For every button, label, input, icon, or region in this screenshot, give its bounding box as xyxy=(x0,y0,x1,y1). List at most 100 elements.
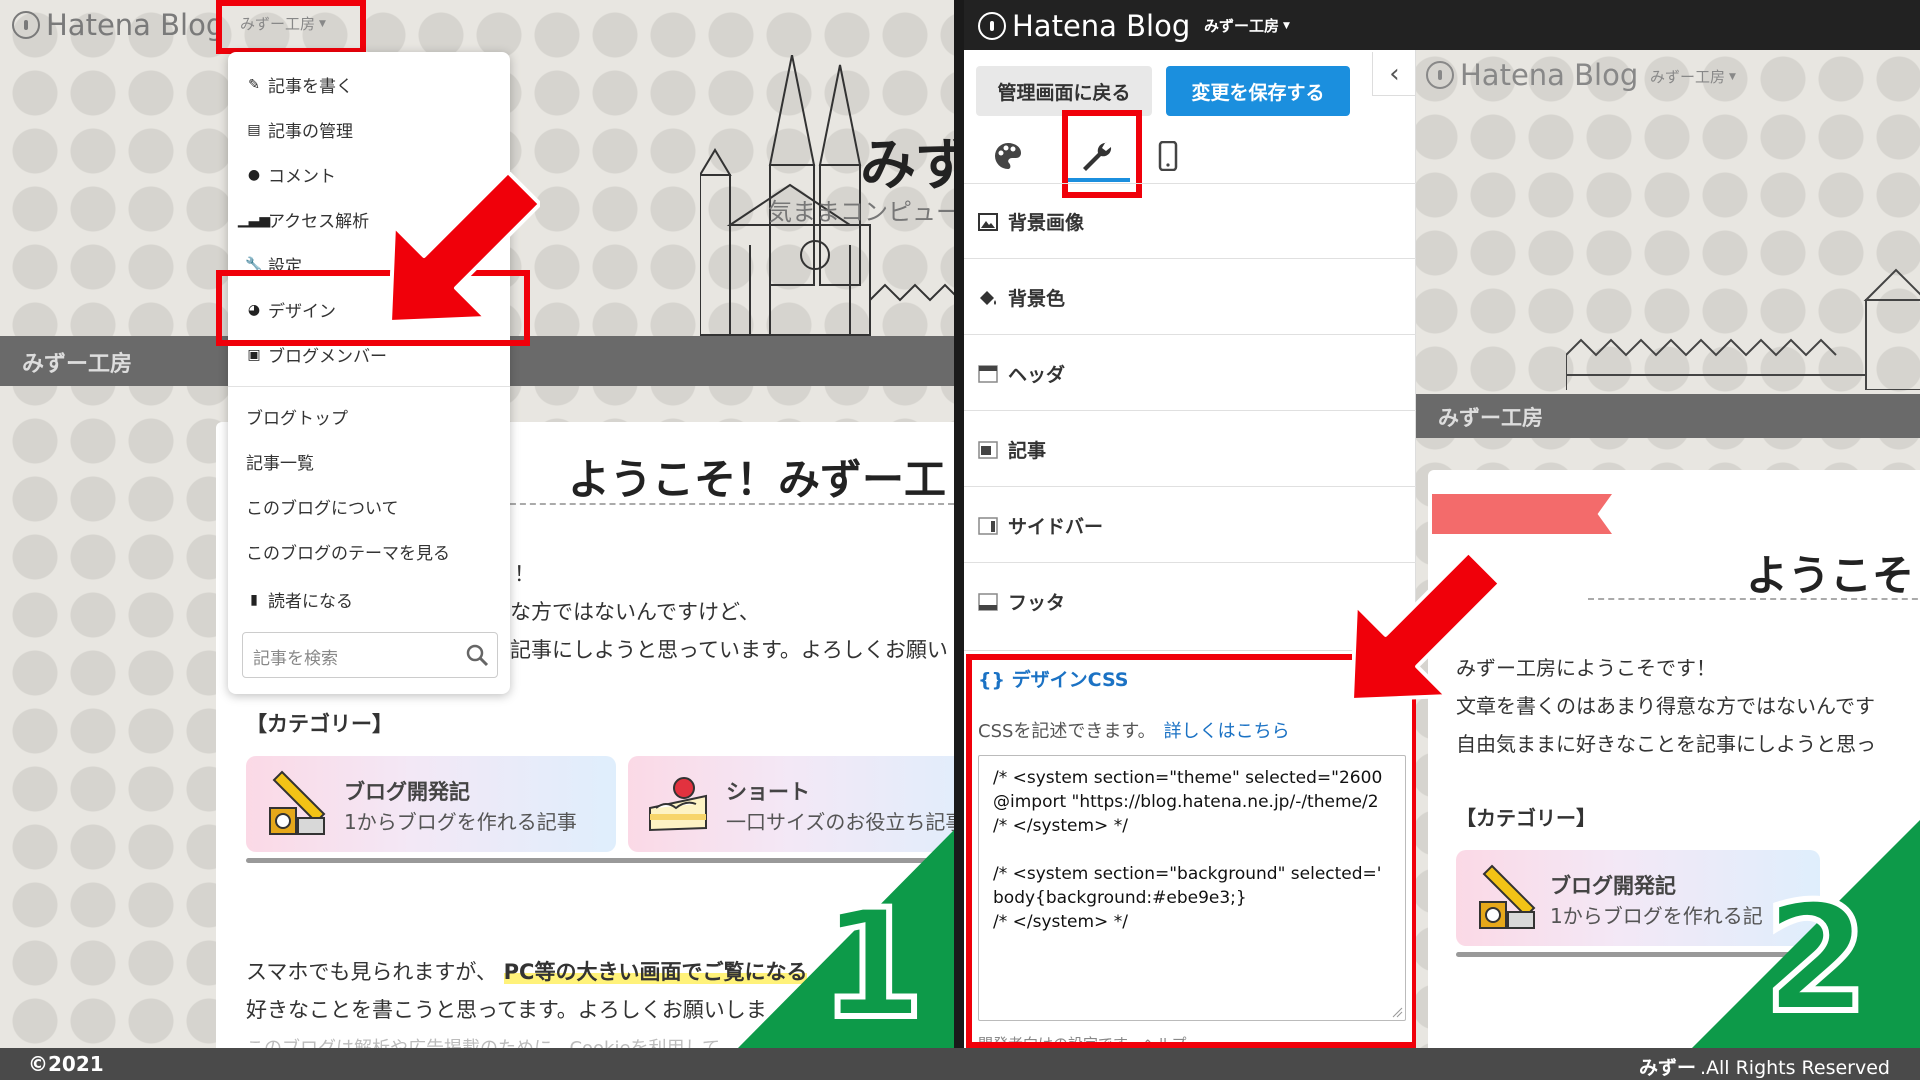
red-arrow-icon xyxy=(1352,552,1500,700)
blog-name-label: みずー工房 xyxy=(22,352,133,377)
preview-line-3: 自由気ままに好きなことを記事にしようと思っ xyxy=(1456,732,1876,756)
layout-article-icon xyxy=(978,440,998,459)
document-icon: ▤ xyxy=(247,121,261,138)
design-sidebar: 管理画面に戻る 変更を保存する ‹ 背景画像 背景色 ヘッダ 記事 サイドバー … xyxy=(964,50,1418,1048)
menu-item-write[interactable]: ✎ 記事を書く xyxy=(246,72,353,98)
menu-label: アクセス解析 xyxy=(268,212,370,232)
bookmark-icon: ▮ xyxy=(250,591,258,608)
author-name: みずー xyxy=(1638,1057,1696,1079)
footer-bar: ©2021 みずー .All Rights Reserved xyxy=(0,1048,1920,1080)
chevron-left-icon: ‹ xyxy=(1389,58,1400,89)
card-title: ブログ開発記 xyxy=(344,780,470,804)
tab-separator xyxy=(964,183,1416,184)
menu-item-analytics[interactable]: ▁▃▅ アクセス解析 xyxy=(237,207,370,233)
comment-icon: ● xyxy=(247,166,261,183)
cathedral-illustration xyxy=(1566,268,1920,390)
ribbon-decoration xyxy=(1432,494,1612,534)
blog-dropdown: みずー工房 ▼ xyxy=(1650,66,1736,87)
hatena-blog-logo[interactable]: Hatena Blog xyxy=(978,9,1190,43)
caret-down-icon: ▼ xyxy=(1729,71,1736,82)
step-number-2: 2 xyxy=(1761,872,1871,1046)
blog-name-band: みずー工房 xyxy=(1416,394,1920,438)
menu-link-about[interactable]: このブログについて xyxy=(246,494,399,519)
heading-divider xyxy=(500,503,954,505)
top-bar: Hatena Blog みずー工房 ▼ xyxy=(964,0,1920,50)
blog-dropdown[interactable]: みずー工房 ▼ xyxy=(1204,15,1290,36)
tab-smartphone[interactable] xyxy=(1144,130,1192,182)
blog-screen: Hatena Blog みずー工房 ▼ みず 気ままコンピュー みずー工房 よう… xyxy=(0,0,954,1048)
collapse-sidebar-button[interactable]: ‹ xyxy=(1372,52,1416,96)
top-bar: Hatena Blog みずー工房 ▼ xyxy=(0,0,954,50)
crane-icon xyxy=(269,770,326,835)
menu-item-subscribe[interactable]: ▮ 読者になる xyxy=(246,587,353,613)
intro-line-1: ！ xyxy=(514,562,535,586)
category-card-dev[interactable]: ブログ開発記 1からブログを作れる記事 xyxy=(246,756,616,852)
hatena-blog-logo[interactable]: Hatena Blog xyxy=(12,8,224,42)
section-separator xyxy=(964,258,1416,259)
card-title: ショート xyxy=(726,780,810,804)
blog-title: みず xyxy=(860,133,954,198)
menu-label: このブログについて xyxy=(246,499,399,519)
menu-label: 記事を書く xyxy=(268,77,353,97)
heading-divider xyxy=(1588,598,1920,600)
bar-chart-icon: ▁▃▅ xyxy=(237,211,271,228)
crane-icon xyxy=(1479,864,1536,929)
menu-label: このブログのテーマを見る xyxy=(246,544,450,564)
tab-theme[interactable] xyxy=(984,130,1032,182)
menu-label: コメント xyxy=(268,167,336,187)
save-changes-button[interactable]: 変更を保存する xyxy=(1166,66,1350,116)
section-separator xyxy=(964,562,1416,563)
bottom-line-1: スマホでも見られますが、 PC等の大きい画面でご覧になる xyxy=(246,956,808,986)
preview-heading: ようこそ xyxy=(1746,551,1915,600)
section-sidebar[interactable]: サイドバー xyxy=(978,512,1103,539)
design-editor-screen: Hatena Blog みずー工房 ▼ 管理画面に戻る 変更を保存する ‹ 背景… xyxy=(964,0,1920,1048)
caret-down-icon: ▼ xyxy=(1283,20,1290,31)
section-label: フッタ xyxy=(1008,592,1066,614)
article-heading: ようこそ！みずー工 xyxy=(568,455,947,504)
menu-link-theme[interactable]: このブログのテーマを見る xyxy=(246,539,450,564)
section-background-image[interactable]: 背景画像 xyxy=(978,208,1084,235)
card-desc: 1からブログを作れる記事 xyxy=(344,810,577,834)
menu-link-list[interactable]: 記事一覧 xyxy=(246,449,314,474)
hatena-logo-icon xyxy=(12,11,40,39)
section-separator xyxy=(964,410,1416,411)
section-background-color[interactable]: 背景色 xyxy=(978,284,1065,311)
copyright: ©2021 xyxy=(28,1052,104,1076)
highlight-box-customize-tab xyxy=(1062,110,1142,198)
menu-link-top[interactable]: ブログトップ xyxy=(246,404,348,429)
menu-item-manage[interactable]: ▤ 記事の管理 xyxy=(246,117,353,143)
smartphone-icon xyxy=(1158,141,1178,171)
section-article[interactable]: 記事 xyxy=(978,436,1046,463)
menu-label: ブログトップ xyxy=(246,409,348,429)
section-header[interactable]: ヘッダ xyxy=(978,360,1065,387)
image-icon xyxy=(978,212,998,231)
preview-line-2: 文章を書くのはあまり得意な方ではないんです xyxy=(1456,694,1875,718)
back-to-admin-button[interactable]: 管理画面に戻る xyxy=(976,66,1152,116)
hatena-logo-icon xyxy=(978,12,1006,40)
logo-text: Hatena Blog xyxy=(46,8,225,42)
section-label: 記事 xyxy=(1008,440,1047,462)
menu-item-comment[interactable]: ● コメント xyxy=(246,162,336,188)
panel-divider xyxy=(954,0,964,1048)
blog-name-label: みずー工房 xyxy=(1438,406,1543,430)
search-input[interactable]: 記事を検索 xyxy=(253,644,338,669)
menu-label: 記事一覧 xyxy=(246,454,314,474)
red-arrow-icon xyxy=(390,172,540,322)
intro-line-2: な方ではないんですけど、 xyxy=(510,600,760,624)
logo-text: Hatena Blog xyxy=(1012,9,1191,43)
rights-text: .All Rights Reserved xyxy=(1699,1057,1890,1079)
section-separator xyxy=(964,486,1416,487)
article-search: 記事を検索 xyxy=(242,632,498,678)
logo-text: Hatena Blog xyxy=(1460,58,1639,92)
blog-dropdown-label: みずー工房 xyxy=(1650,68,1726,86)
section-label: ヘッダ xyxy=(1008,364,1066,386)
search-icon[interactable] xyxy=(465,643,489,667)
highlight-box-dropdown xyxy=(216,0,366,54)
section-label: サイドバー xyxy=(1008,516,1104,538)
card-title: ブログ開発記 xyxy=(1550,874,1676,898)
menu-label: 記事の管理 xyxy=(268,122,353,142)
layout-sidebar-icon xyxy=(978,516,998,535)
section-footer[interactable]: フッタ xyxy=(978,588,1065,615)
bottom-line-2: 好きなことを書こうと思ってます。よろしくお願いしま xyxy=(246,998,767,1022)
layout-footer-icon xyxy=(978,592,998,611)
